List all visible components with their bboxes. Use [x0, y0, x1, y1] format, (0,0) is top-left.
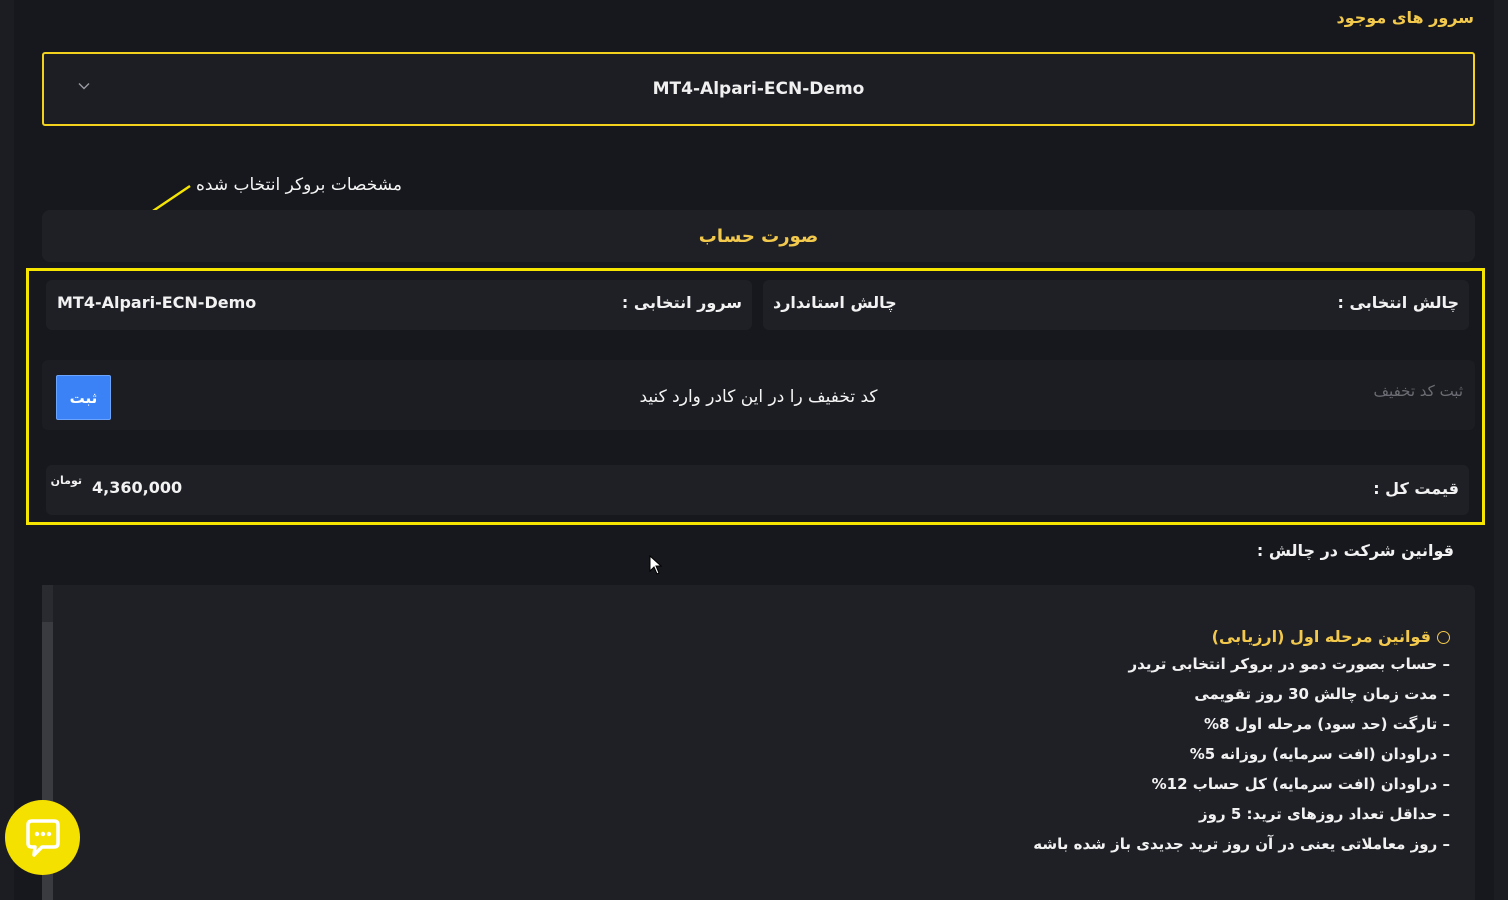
rules-label: قوانین شرکت در چالش :: [1256, 541, 1454, 560]
chevron-down-icon: [78, 83, 90, 90]
chat-button[interactable]: [5, 800, 80, 875]
annotation-text: مشخصات بروکر انتخاب شده: [196, 175, 402, 195]
rules-section-title: قوانین مرحله اول (ارزیابی): [1211, 627, 1431, 646]
invoice-header: صورت حساب: [42, 210, 1475, 262]
server-select[interactable]: MT4-Alpari-ECN-Demo: [42, 52, 1475, 126]
rule-item: – روز معاملاتی یعنی در آن روز ترید جدیدی…: [1033, 835, 1450, 853]
highlight-box: [26, 268, 1485, 525]
invoice-title: صورت حساب: [698, 225, 819, 247]
rules-list: قوانین مرحله اول (ارزیابی) – حساب بصورت …: [1033, 622, 1450, 862]
rule-item: – مدت زمان چالش 30 روز تقویمی: [1194, 685, 1450, 703]
circle-bullet-icon: [1437, 630, 1450, 644]
rules-section-header: قوانین مرحله اول (ارزیابی): [1033, 622, 1450, 652]
rule-item: – تارگت (حد سود) مرحله اول 8%: [1204, 715, 1450, 733]
chat-bubble-icon: [25, 818, 60, 857]
left-edge: [0, 0, 14, 900]
right-edge: [1494, 0, 1508, 900]
rule-item: – حساب بصورت دمو در بروکر انتخابی تریدر: [1128, 655, 1450, 673]
server-select-value: MT4-Alpari-ECN-Demo: [652, 79, 865, 99]
servers-label: سرور های موجود: [1336, 8, 1474, 27]
rule-item: – دراودان (افت سرمایه) روزانه 5%: [1189, 745, 1450, 763]
rules-scrollbar-track: [42, 585, 53, 622]
rule-item: – دراودان (افت سرمایه) کل حساب 12%: [1151, 775, 1450, 793]
rule-item: – حداقل تعداد روزهای ترید: 5 روز: [1199, 805, 1450, 823]
mouse-cursor-icon: [649, 555, 663, 575]
